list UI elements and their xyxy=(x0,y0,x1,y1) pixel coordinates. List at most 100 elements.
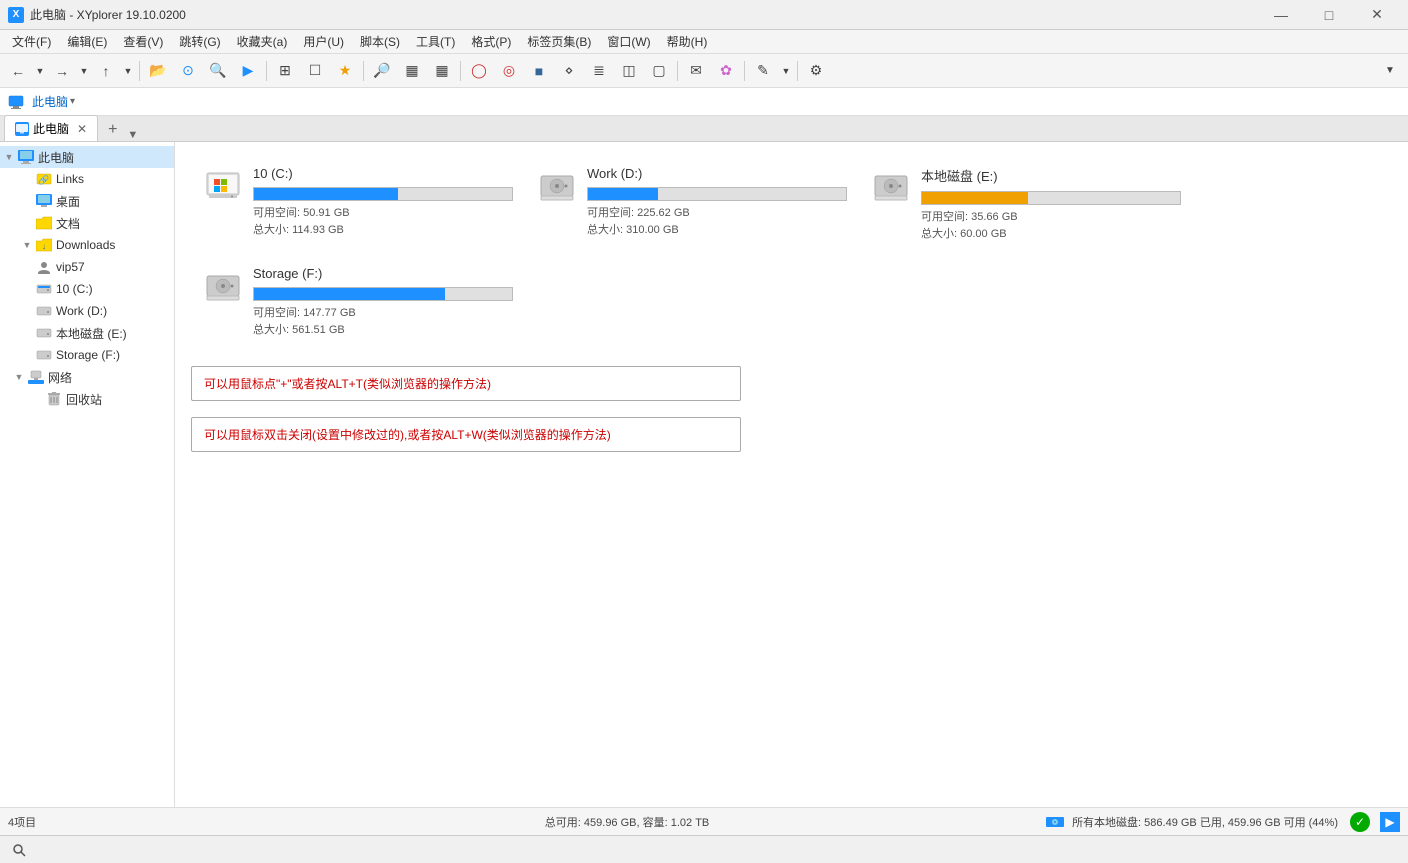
filter-icon[interactable]: ▦ xyxy=(398,57,426,85)
target-icon[interactable]: ◎ xyxy=(495,57,523,85)
windows-drive-icon xyxy=(204,169,242,203)
recycle-icon xyxy=(46,392,62,406)
drive-f-info: Storage (F:) 可用空间: 147.77 GB 总大小: 561.51… xyxy=(253,266,513,338)
pencil-drop[interactable]: ▼ xyxy=(779,57,793,85)
check-icon[interactable]: ☐ xyxy=(301,57,329,85)
forward-dropdown[interactable]: ▼ xyxy=(77,57,91,85)
drive-c-total: 总大小: 114.93 GB xyxy=(253,222,513,239)
search-icon-btn[interactable] xyxy=(8,839,30,861)
menu-tabs[interactable]: 标签页集(B) xyxy=(519,31,599,52)
menu-tools[interactable]: 工具(T) xyxy=(408,31,463,52)
tab-dropdown-button[interactable]: ▼ xyxy=(127,129,138,141)
drive-c-bar-container xyxy=(253,187,513,201)
drive-f-icon xyxy=(203,266,243,306)
menu-user[interactable]: 用户(U) xyxy=(295,31,352,52)
drive-card-c[interactable]: 10 (C:) 可用空间: 50.91 GB 总大小: 114.93 GB xyxy=(191,158,525,250)
sidebar-item-recycle[interactable]: 回收站 xyxy=(0,388,174,410)
nav-buttons: ← ▼ → ▼ ↑ ▼ xyxy=(4,57,135,85)
app-icon2[interactable]: ■ xyxy=(525,57,553,85)
grid2-icon[interactable]: ⋄ xyxy=(555,57,583,85)
maximize-button[interactable]: □ xyxy=(1306,0,1352,30)
table-icon[interactable]: ≣ xyxy=(585,57,613,85)
drive-f-name: Storage (F:) xyxy=(253,266,513,281)
drive-d-icon xyxy=(537,166,577,206)
tooltip-box-1: 可以用鼠标点"+"或者按ALT+T(类似浏览器的操作方法) xyxy=(191,366,741,401)
path-this-pc[interactable]: 此电脑 ▾ xyxy=(28,91,79,112)
sidebar-item-this-pc[interactable]: ▼ 此电脑 xyxy=(0,146,174,168)
stamp-icon[interactable]: ✉ xyxy=(682,57,710,85)
forward-button[interactable]: → xyxy=(48,57,76,85)
close-button[interactable]: ✕ xyxy=(1354,0,1400,30)
back-dropdown[interactable]: ▼ xyxy=(33,57,47,85)
up-dropdown[interactable]: ▼ xyxy=(121,57,135,85)
sidebar-item-drive-e[interactable]: 本地磁盘 (E:) xyxy=(0,322,174,344)
sidebar-item-vip57[interactable]: vip57 xyxy=(0,256,174,278)
menu-format[interactable]: 格式(P) xyxy=(463,31,519,52)
main-layout: ▼ 此电脑 🔗 Links 桌 xyxy=(0,142,1408,807)
search-magnifier-icon xyxy=(12,843,26,857)
sidebar-label-documents: 文档 xyxy=(56,215,80,232)
drives-row-1: 10 (C:) 可用空间: 50.91 GB 总大小: 114.93 GB xyxy=(191,158,1392,250)
tab-this-pc[interactable]: 此电脑 ✕ xyxy=(4,115,98,141)
desktop-icon xyxy=(36,194,52,208)
menu-window[interactable]: 窗口(W) xyxy=(599,31,658,52)
pencil-icon[interactable]: ✎ xyxy=(749,57,777,85)
drive-c-icon xyxy=(203,166,243,206)
pc-small-icon xyxy=(8,94,24,110)
drive-e-name: 本地磁盘 (E:) xyxy=(921,166,1181,185)
drive-f-bar-container xyxy=(253,287,513,301)
settings-icon[interactable]: ⚙ xyxy=(802,57,830,85)
menu-view[interactable]: 查看(V) xyxy=(115,31,171,52)
filter2-icon[interactable]: ▦ xyxy=(428,57,456,85)
globe-icon[interactable]: ◯ xyxy=(465,57,493,85)
sidebar-item-network[interactable]: ▼ 网络 xyxy=(0,366,174,388)
path-dropdown[interactable]: ▾ xyxy=(70,96,75,107)
status-total: 总可用: 459.96 GB, 容量: 1.02 TB xyxy=(208,814,1046,830)
sidebar-label-drive-e: 本地磁盘 (E:) xyxy=(56,325,127,342)
dropdown-right[interactable]: ▼ xyxy=(1376,57,1404,85)
grid-icon[interactable]: ⊞ xyxy=(271,57,299,85)
drive-card-d[interactable]: Work (D:) 可用空间: 225.62 GB 总大小: 310.00 GB xyxy=(525,158,859,250)
preview-icon[interactable]: ▶ xyxy=(234,57,262,85)
up-button[interactable]: ↑ xyxy=(92,57,120,85)
sidebar-item-links[interactable]: 🔗 Links xyxy=(0,168,174,190)
home-icon[interactable]: ⊙ xyxy=(174,57,202,85)
menu-go[interactable]: 跳转(G) xyxy=(171,31,228,52)
folder-icon[interactable]: 📂 xyxy=(144,57,172,85)
tab-close-button[interactable]: ✕ xyxy=(77,122,87,136)
star-icon[interactable]: ★ xyxy=(331,57,359,85)
hdd-drive-d-icon xyxy=(538,169,576,203)
search-icon[interactable]: 🔎 xyxy=(368,57,396,85)
panel-icon[interactable]: ◫ xyxy=(615,57,643,85)
sidebar-item-documents[interactable]: 文档 xyxy=(0,212,174,234)
sidebar-label-desktop: 桌面 xyxy=(56,193,80,210)
minimize-button[interactable]: — xyxy=(1258,0,1304,30)
drive-card-e[interactable]: 本地磁盘 (E:) 可用空间: 35.66 GB 总大小: 60.00 GB xyxy=(859,158,1193,250)
menu-help[interactable]: 帮助(H) xyxy=(659,31,716,52)
window-controls: — □ ✕ xyxy=(1258,0,1400,30)
sidebar-item-drive-d[interactable]: Work (D:) xyxy=(0,300,174,322)
tab-add-button[interactable]: + xyxy=(102,119,123,141)
sidebar-item-desktop[interactable]: 桌面 xyxy=(0,190,174,212)
sidebar-item-downloads[interactable]: ▼ ↓ Downloads xyxy=(0,234,174,256)
sidebar-item-drive-f[interactable]: Storage (F:) xyxy=(0,344,174,366)
back-button[interactable]: ← xyxy=(4,57,32,85)
menu-script[interactable]: 脚本(S) xyxy=(352,31,408,52)
menu-edit[interactable]: 编辑(E) xyxy=(59,31,115,52)
drive-e-total: 总大小: 60.00 GB xyxy=(921,226,1181,243)
tab-label: 此电脑 xyxy=(33,120,69,137)
svg-text:🔗: 🔗 xyxy=(38,174,49,186)
drive-card-f[interactable]: Storage (F:) 可用空间: 147.77 GB 总大小: 561.51… xyxy=(191,258,525,346)
find-icon[interactable]: 🔍 xyxy=(204,57,232,85)
expand-icon: ▼ xyxy=(4,152,14,162)
menu-favorites[interactable]: 收藏夹(a) xyxy=(229,31,296,52)
titlebar: X 此电脑 - XYplorer 19.10.0200 — □ ✕ xyxy=(0,0,1408,30)
menu-file[interactable]: 文件(F) xyxy=(4,31,59,52)
flower-icon[interactable]: ✿ xyxy=(712,57,740,85)
sidebar-item-drive-c[interactable]: 10 (C:) xyxy=(0,278,174,300)
content-area: 10 (C:) 可用空间: 50.91 GB 总大小: 114.93 GB xyxy=(175,142,1408,807)
expand-icon: ▼ xyxy=(14,372,24,382)
panel2-icon[interactable]: ▢ xyxy=(645,57,673,85)
drive-f-icon xyxy=(36,348,52,362)
drive-e-icon xyxy=(871,166,911,206)
